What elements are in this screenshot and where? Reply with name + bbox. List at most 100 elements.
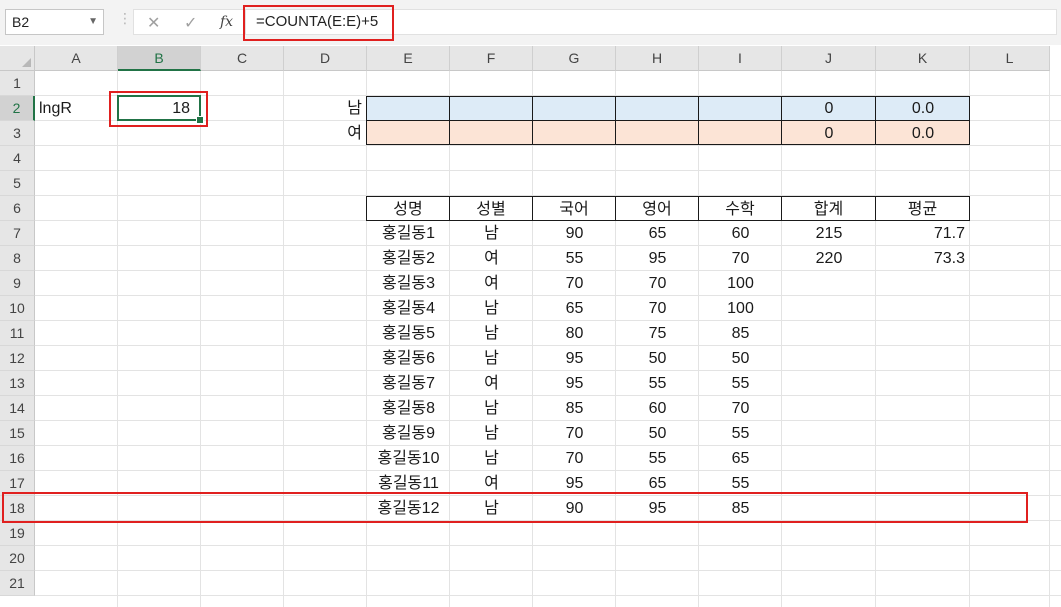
table-cell[interactable]: 90	[533, 221, 616, 246]
cell-j3[interactable]: 0	[782, 121, 876, 146]
row-header-2[interactable]: 2	[0, 96, 35, 121]
row-header-15[interactable]: 15	[0, 421, 35, 446]
table-cell[interactable]: 여	[450, 246, 533, 271]
table-cell[interactable]: 75	[616, 321, 699, 346]
table-cell[interactable]: 50	[616, 421, 699, 446]
row-header-7[interactable]: 7	[0, 221, 35, 246]
table-cell[interactable]: 남	[450, 446, 533, 471]
row-header-10[interactable]: 10	[0, 296, 35, 321]
cell-k3[interactable]: 0.0	[876, 121, 970, 146]
summary-cell-female-i[interactable]	[698, 120, 782, 145]
table-cell[interactable]: 100	[699, 296, 782, 321]
table-cell[interactable]: 65	[533, 296, 616, 321]
table-cell[interactable]: 50	[616, 346, 699, 371]
summary-cell-male-g[interactable]	[532, 96, 616, 121]
table-cell[interactable]: 55	[699, 371, 782, 396]
table-cell[interactable]: 55	[533, 246, 616, 271]
summary-cell-male-f[interactable]	[449, 96, 533, 121]
table-cell[interactable]: 70	[533, 446, 616, 471]
table-cell[interactable]: 남	[450, 221, 533, 246]
table-cell[interactable]: 85	[533, 396, 616, 421]
chevron-down-icon[interactable]: ▼	[88, 10, 98, 34]
table-cell[interactable]: 홍길동10	[367, 446, 450, 471]
row-header-3[interactable]: 3	[0, 121, 35, 146]
table-header-cell[interactable]: 영어	[615, 196, 699, 221]
summary-cell-female-g[interactable]	[532, 120, 616, 145]
row-header-8[interactable]: 8	[0, 246, 35, 271]
table-cell[interactable]: 70	[699, 246, 782, 271]
row-header-16[interactable]: 16	[0, 446, 35, 471]
column-header-c[interactable]: C	[201, 46, 284, 71]
table-cell[interactable]: 95	[533, 346, 616, 371]
column-header-e[interactable]: E	[367, 46, 450, 71]
table-cell[interactable]: 65	[699, 446, 782, 471]
table-cell[interactable]: 220	[782, 246, 876, 271]
row-header-14[interactable]: 14	[0, 396, 35, 421]
table-cell[interactable]: 남	[450, 421, 533, 446]
row-header-13[interactable]: 13	[0, 371, 35, 396]
row-header-5[interactable]: 5	[0, 171, 35, 196]
table-header-cell[interactable]: 국어	[532, 196, 616, 221]
summary-cell-male-e[interactable]	[366, 96, 450, 121]
table-cell[interactable]: 85	[699, 321, 782, 346]
select-all-corner[interactable]	[0, 46, 35, 71]
table-cell[interactable]: 65	[616, 221, 699, 246]
table-cell[interactable]: 홍길동2	[367, 246, 450, 271]
worksheet-grid[interactable]: ABCDEFGHIJKL 1 2 3 4 5 6 7 8 9 10 11 12 13 14 15 16 17 18…	[0, 46, 1061, 607]
summary-cell-female-e[interactable]	[366, 120, 450, 145]
column-header-l[interactable]: L	[970, 46, 1050, 71]
column-header-i[interactable]: I	[699, 46, 782, 71]
row-header-21[interactable]: 21	[0, 571, 35, 596]
table-cell[interactable]: 73.3	[876, 246, 970, 271]
table-cell[interactable]: 80	[533, 321, 616, 346]
table-cell[interactable]: 70	[616, 271, 699, 296]
row-header-11[interactable]: 11	[0, 321, 35, 346]
table-cell[interactable]: 홍길동4	[367, 296, 450, 321]
table-cell[interactable]: 홍길동1	[367, 221, 450, 246]
summary-cell-male-h[interactable]	[615, 96, 699, 121]
row-header-6[interactable]: 6	[0, 196, 35, 221]
table-cell[interactable]: 홍길동3	[367, 271, 450, 296]
row-header-9[interactable]: 9	[0, 271, 35, 296]
row-header-12[interactable]: 12	[0, 346, 35, 371]
insert-function-icon[interactable]: fx	[220, 14, 233, 30]
table-cell[interactable]: 70	[616, 296, 699, 321]
row-header-4[interactable]: 4	[0, 146, 35, 171]
table-header-cell[interactable]: 성별	[449, 196, 533, 221]
cell-k2[interactable]: 0.0	[876, 96, 970, 121]
table-cell[interactable]: 홍길동5	[367, 321, 450, 346]
column-header-b[interactable]: B	[118, 46, 201, 71]
table-cell[interactable]: 홍길동9	[367, 421, 450, 446]
table-cell[interactable]: 215	[782, 221, 876, 246]
row-header-19[interactable]: 19	[0, 521, 35, 546]
table-header-cell[interactable]: 성명	[366, 196, 450, 221]
table-cell[interactable]: 50	[699, 346, 782, 371]
table-header-cell[interactable]: 합계	[781, 196, 876, 221]
name-box[interactable]: B2 ▼	[5, 9, 104, 35]
cell-area[interactable]: lngR 18 남 여 0 0.0 0 0.0 성명 성별 국어 영어 수학 합계 평균 홍길…	[35, 71, 1061, 607]
table-cell[interactable]: 홍길동6	[367, 346, 450, 371]
cell-j2[interactable]: 0	[782, 96, 876, 121]
table-cell[interactable]: 남	[450, 321, 533, 346]
table-cell[interactable]: 남	[450, 346, 533, 371]
table-cell[interactable]: 남	[450, 296, 533, 321]
table-cell[interactable]: 60	[616, 396, 699, 421]
table-cell[interactable]: 70	[533, 271, 616, 296]
table-cell[interactable]: 70	[699, 396, 782, 421]
table-cell[interactable]: 홍길동8	[367, 396, 450, 421]
table-cell[interactable]: 71.7	[876, 221, 970, 246]
summary-cell-female-f[interactable]	[449, 120, 533, 145]
table-cell[interactable]: 55	[699, 421, 782, 446]
summary-cell-male-i[interactable]	[698, 96, 782, 121]
row-header-1[interactable]: 1	[0, 71, 35, 96]
enter-icon[interactable]: ✓	[184, 13, 197, 33]
summary-cell-female-h[interactable]	[615, 120, 699, 145]
drag-handle-icon[interactable]: ⋮	[118, 10, 132, 27]
table-cell[interactable]: 여	[450, 271, 533, 296]
table-cell[interactable]: 남	[450, 396, 533, 421]
cell-a2[interactable]: lngR	[35, 96, 118, 121]
table-cell[interactable]: 홍길동7	[367, 371, 450, 396]
table-cell[interactable]: 70	[533, 421, 616, 446]
table-cell[interactable]: 여	[450, 371, 533, 396]
table-header-cell[interactable]: 평균	[875, 196, 970, 221]
